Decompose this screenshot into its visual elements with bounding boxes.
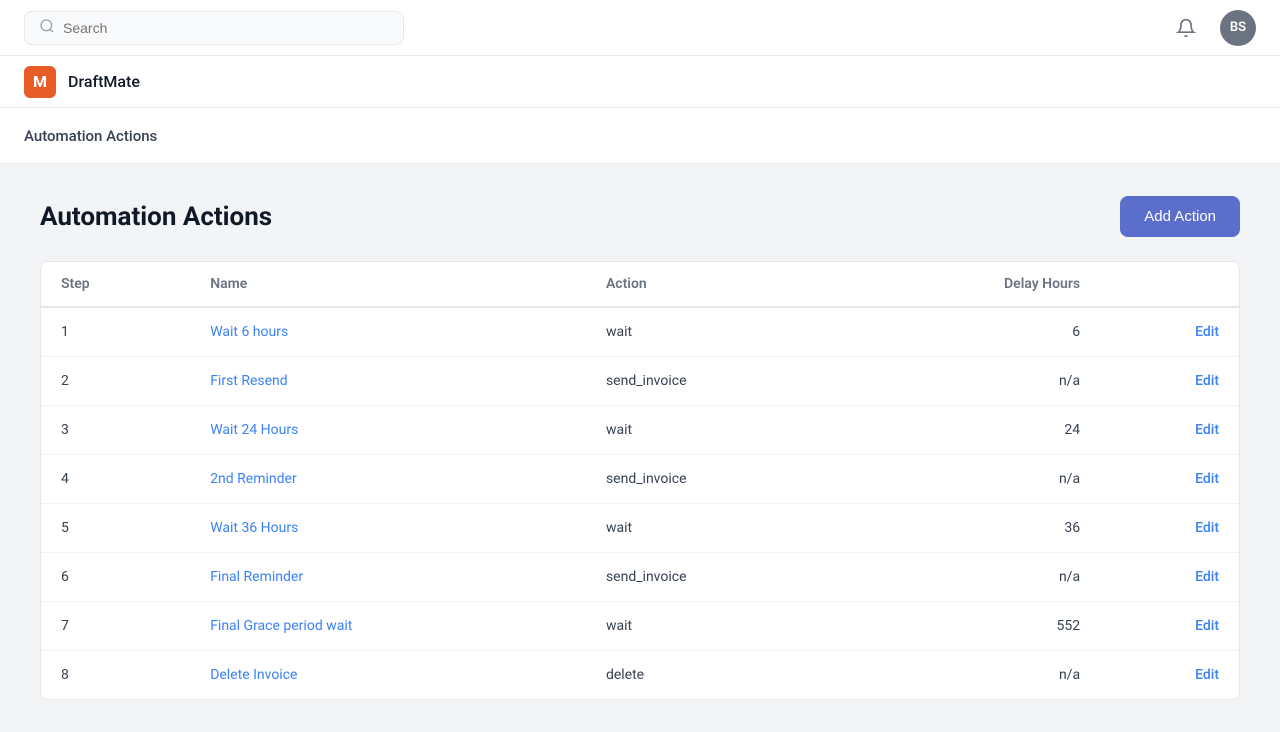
table-row: 7Final Grace period waitwait552Edit bbox=[41, 602, 1239, 651]
cell-name[interactable]: Delete Invoice bbox=[190, 651, 586, 700]
automation-table: Step Name Action Delay Hours 1Wait 6 hou… bbox=[41, 262, 1239, 699]
cell-name[interactable]: Final Grace period wait bbox=[190, 602, 586, 651]
cell-step: 7 bbox=[41, 602, 190, 651]
col-step: Step bbox=[41, 262, 190, 307]
cell-step: 1 bbox=[41, 307, 190, 357]
cell-step: 3 bbox=[41, 406, 190, 455]
cell-step: 8 bbox=[41, 651, 190, 700]
cell-name[interactable]: Wait 24 Hours bbox=[190, 406, 586, 455]
cell-name[interactable]: First Resend bbox=[190, 357, 586, 406]
topbar: BS bbox=[0, 0, 1280, 56]
edit-link[interactable]: Edit bbox=[1100, 455, 1239, 504]
brand-name: DraftMate bbox=[68, 72, 140, 91]
col-edit bbox=[1100, 262, 1239, 307]
cell-action: wait bbox=[586, 307, 848, 357]
content-header: Automation Actions Add Action bbox=[40, 196, 1240, 237]
cell-step: 4 bbox=[41, 455, 190, 504]
cell-delay-hours: n/a bbox=[848, 553, 1100, 602]
main-content: Automation Actions Add Action Step Name … bbox=[0, 164, 1280, 732]
cell-delay-hours: n/a bbox=[848, 357, 1100, 406]
edit-link[interactable]: Edit bbox=[1100, 406, 1239, 455]
cell-name[interactable]: Final Reminder bbox=[190, 553, 586, 602]
cell-delay-hours: 24 bbox=[848, 406, 1100, 455]
edit-link[interactable]: Edit bbox=[1100, 602, 1239, 651]
cell-action: delete bbox=[586, 651, 848, 700]
table-row: 8Delete Invoicedeleten/aEdit bbox=[41, 651, 1239, 700]
bell-icon[interactable] bbox=[1168, 10, 1204, 46]
cell-delay-hours: n/a bbox=[848, 651, 1100, 700]
cell-name[interactable]: Wait 6 hours bbox=[190, 307, 586, 357]
col-name: Name bbox=[190, 262, 586, 307]
col-action: Action bbox=[586, 262, 848, 307]
cell-action: send_invoice bbox=[586, 553, 848, 602]
page-header: Automation Actions bbox=[0, 108, 1280, 164]
table-wrapper: Step Name Action Delay Hours 1Wait 6 hou… bbox=[40, 261, 1240, 700]
edit-link[interactable]: Edit bbox=[1100, 357, 1239, 406]
cell-step: 5 bbox=[41, 504, 190, 553]
cell-action: send_invoice bbox=[586, 455, 848, 504]
search-icon bbox=[39, 18, 55, 38]
breadcrumb: Automation Actions bbox=[24, 127, 157, 145]
edit-link[interactable]: Edit bbox=[1100, 504, 1239, 553]
topbar-right: BS bbox=[1168, 10, 1256, 46]
edit-link[interactable]: Edit bbox=[1100, 651, 1239, 700]
table-row: 42nd Remindersend_invoicen/aEdit bbox=[41, 455, 1239, 504]
table-row: 6Final Remindersend_invoicen/aEdit bbox=[41, 553, 1239, 602]
table-row: 5Wait 36 Hourswait36Edit bbox=[41, 504, 1239, 553]
cell-action: wait bbox=[586, 602, 848, 651]
edit-link[interactable]: Edit bbox=[1100, 553, 1239, 602]
cell-action: wait bbox=[586, 504, 848, 553]
brand-bar: M DraftMate bbox=[0, 56, 1280, 108]
cell-delay-hours: 552 bbox=[848, 602, 1100, 651]
cell-delay-hours: n/a bbox=[848, 455, 1100, 504]
col-delay-hours: Delay Hours bbox=[848, 262, 1100, 307]
add-action-button[interactable]: Add Action bbox=[1120, 196, 1240, 237]
cell-action: send_invoice bbox=[586, 357, 848, 406]
cell-action: wait bbox=[586, 406, 848, 455]
avatar[interactable]: BS bbox=[1220, 10, 1256, 46]
cell-name[interactable]: 2nd Reminder bbox=[190, 455, 586, 504]
search-container bbox=[24, 11, 404, 45]
table-row: 3Wait 24 Hourswait24Edit bbox=[41, 406, 1239, 455]
cell-step: 2 bbox=[41, 357, 190, 406]
brand-logo: M bbox=[24, 66, 56, 98]
table-header-row: Step Name Action Delay Hours bbox=[41, 262, 1239, 307]
cell-delay-hours: 36 bbox=[848, 504, 1100, 553]
cell-step: 6 bbox=[41, 553, 190, 602]
cell-delay-hours: 6 bbox=[848, 307, 1100, 357]
page-title: Automation Actions bbox=[40, 202, 272, 232]
edit-link[interactable]: Edit bbox=[1100, 307, 1239, 357]
table-row: 2First Resendsend_invoicen/aEdit bbox=[41, 357, 1239, 406]
search-input[interactable] bbox=[63, 20, 389, 36]
table-row: 1Wait 6 hourswait6Edit bbox=[41, 307, 1239, 357]
cell-name[interactable]: Wait 36 Hours bbox=[190, 504, 586, 553]
